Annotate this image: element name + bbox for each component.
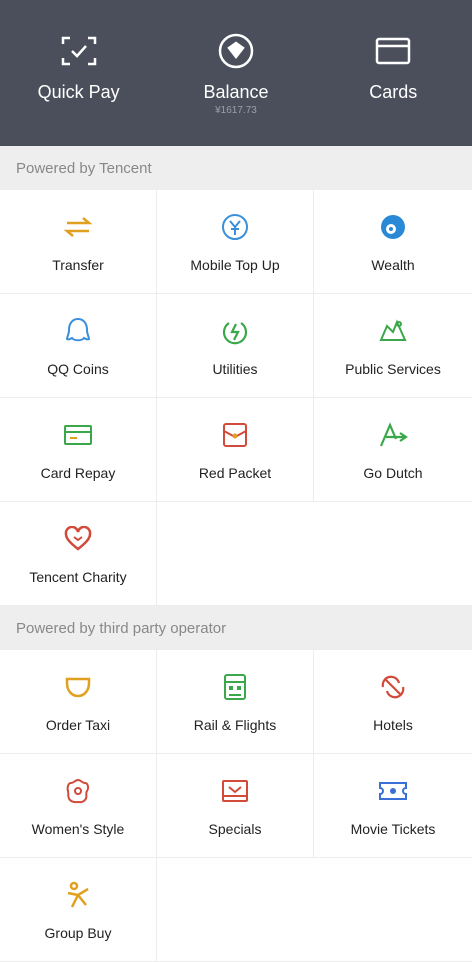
tencent-services-grid: Transfer Mobile Top Up Wealth QQ Coins U… [0,190,472,606]
specials-icon [221,775,249,807]
empty-cell [314,502,472,606]
service-label: Specials [208,820,262,837]
third-party-services-grid: Order Taxi Rail & Flights Hotels Women's… [0,650,472,962]
section-title-third-party: Powered by third party operator [0,606,472,650]
service-group-buy[interactable]: Group Buy [0,858,157,962]
service-label: Movie Tickets [350,820,436,837]
balance-icon [166,32,306,70]
wealth-icon [379,211,407,243]
public-services-icon [378,315,408,347]
service-wealth[interactable]: Wealth [314,190,472,294]
quick-pay-button[interactable]: Quick Pay [9,32,149,103]
service-label: Rail & Flights [193,716,277,733]
service-label: Order Taxi [45,716,111,733]
service-label: Hotels [373,716,413,733]
card-repay-icon [63,419,93,451]
charity-heart-icon [64,523,92,555]
service-label: Mobile Top Up [190,256,280,273]
service-card-repay[interactable]: Card Repay [0,398,157,502]
service-red-packet[interactable]: Red Packet [157,398,314,502]
balance-amount: ¥1617.73 [215,105,257,116]
movie-tickets-icon [378,775,408,807]
service-label: Tencent Charity [29,568,127,585]
empty-cell [157,858,314,962]
service-label: Group Buy [44,924,112,941]
womens-style-icon [64,775,92,807]
wallet-header: Quick Pay Balance ¥1617.73 Cards [0,0,472,146]
service-utilities[interactable]: Utilities [157,294,314,398]
service-label: Go Dutch [363,464,423,481]
go-dutch-icon [378,419,408,451]
balance-button[interactable]: Balance ¥1617.73 [166,32,306,116]
red-packet-icon [222,419,248,451]
rail-flights-icon [223,671,247,703]
quick-pay-label: Quick Pay [37,82,120,102]
section-title-tencent: Powered by Tencent [0,146,472,190]
service-go-dutch[interactable]: Go Dutch [314,398,472,502]
balance-label: Balance [203,82,269,102]
service-tencent-charity[interactable]: Tencent Charity [0,502,157,606]
transfer-icon [63,211,93,243]
service-label: Red Packet [198,464,272,481]
service-label: Transfer [52,256,104,273]
service-order-taxi[interactable]: Order Taxi [0,650,157,754]
cards-label: Cards [369,82,418,102]
service-mobile-top-up[interactable]: Mobile Top Up [157,190,314,294]
service-transfer[interactable]: Transfer [0,190,157,294]
hotels-icon [379,671,407,703]
service-label: QQ Coins [47,360,109,377]
qq-coins-icon [65,315,91,347]
service-qq-coins[interactable]: QQ Coins [0,294,157,398]
group-buy-icon [64,879,92,911]
service-label: Card Repay [40,464,116,481]
service-specials[interactable]: Specials [157,754,314,858]
mobile-top-up-icon [221,211,249,243]
taxi-icon [64,671,92,703]
card-icon [323,32,463,70]
service-rail-flights[interactable]: Rail & Flights [157,650,314,754]
service-womens-style[interactable]: Women's Style [0,754,157,858]
cards-button[interactable]: Cards [323,32,463,103]
utilities-icon [221,315,249,347]
empty-cell [314,858,472,962]
service-label: Wealth [371,256,415,273]
service-movie-tickets[interactable]: Movie Tickets [314,754,472,858]
scan-check-icon [9,32,149,70]
service-label: Utilities [212,360,258,377]
empty-cell [157,502,314,606]
service-label: Public Services [345,360,441,377]
service-hotels[interactable]: Hotels [314,650,472,754]
service-label: Women's Style [31,820,125,837]
service-public-services[interactable]: Public Services [314,294,472,398]
